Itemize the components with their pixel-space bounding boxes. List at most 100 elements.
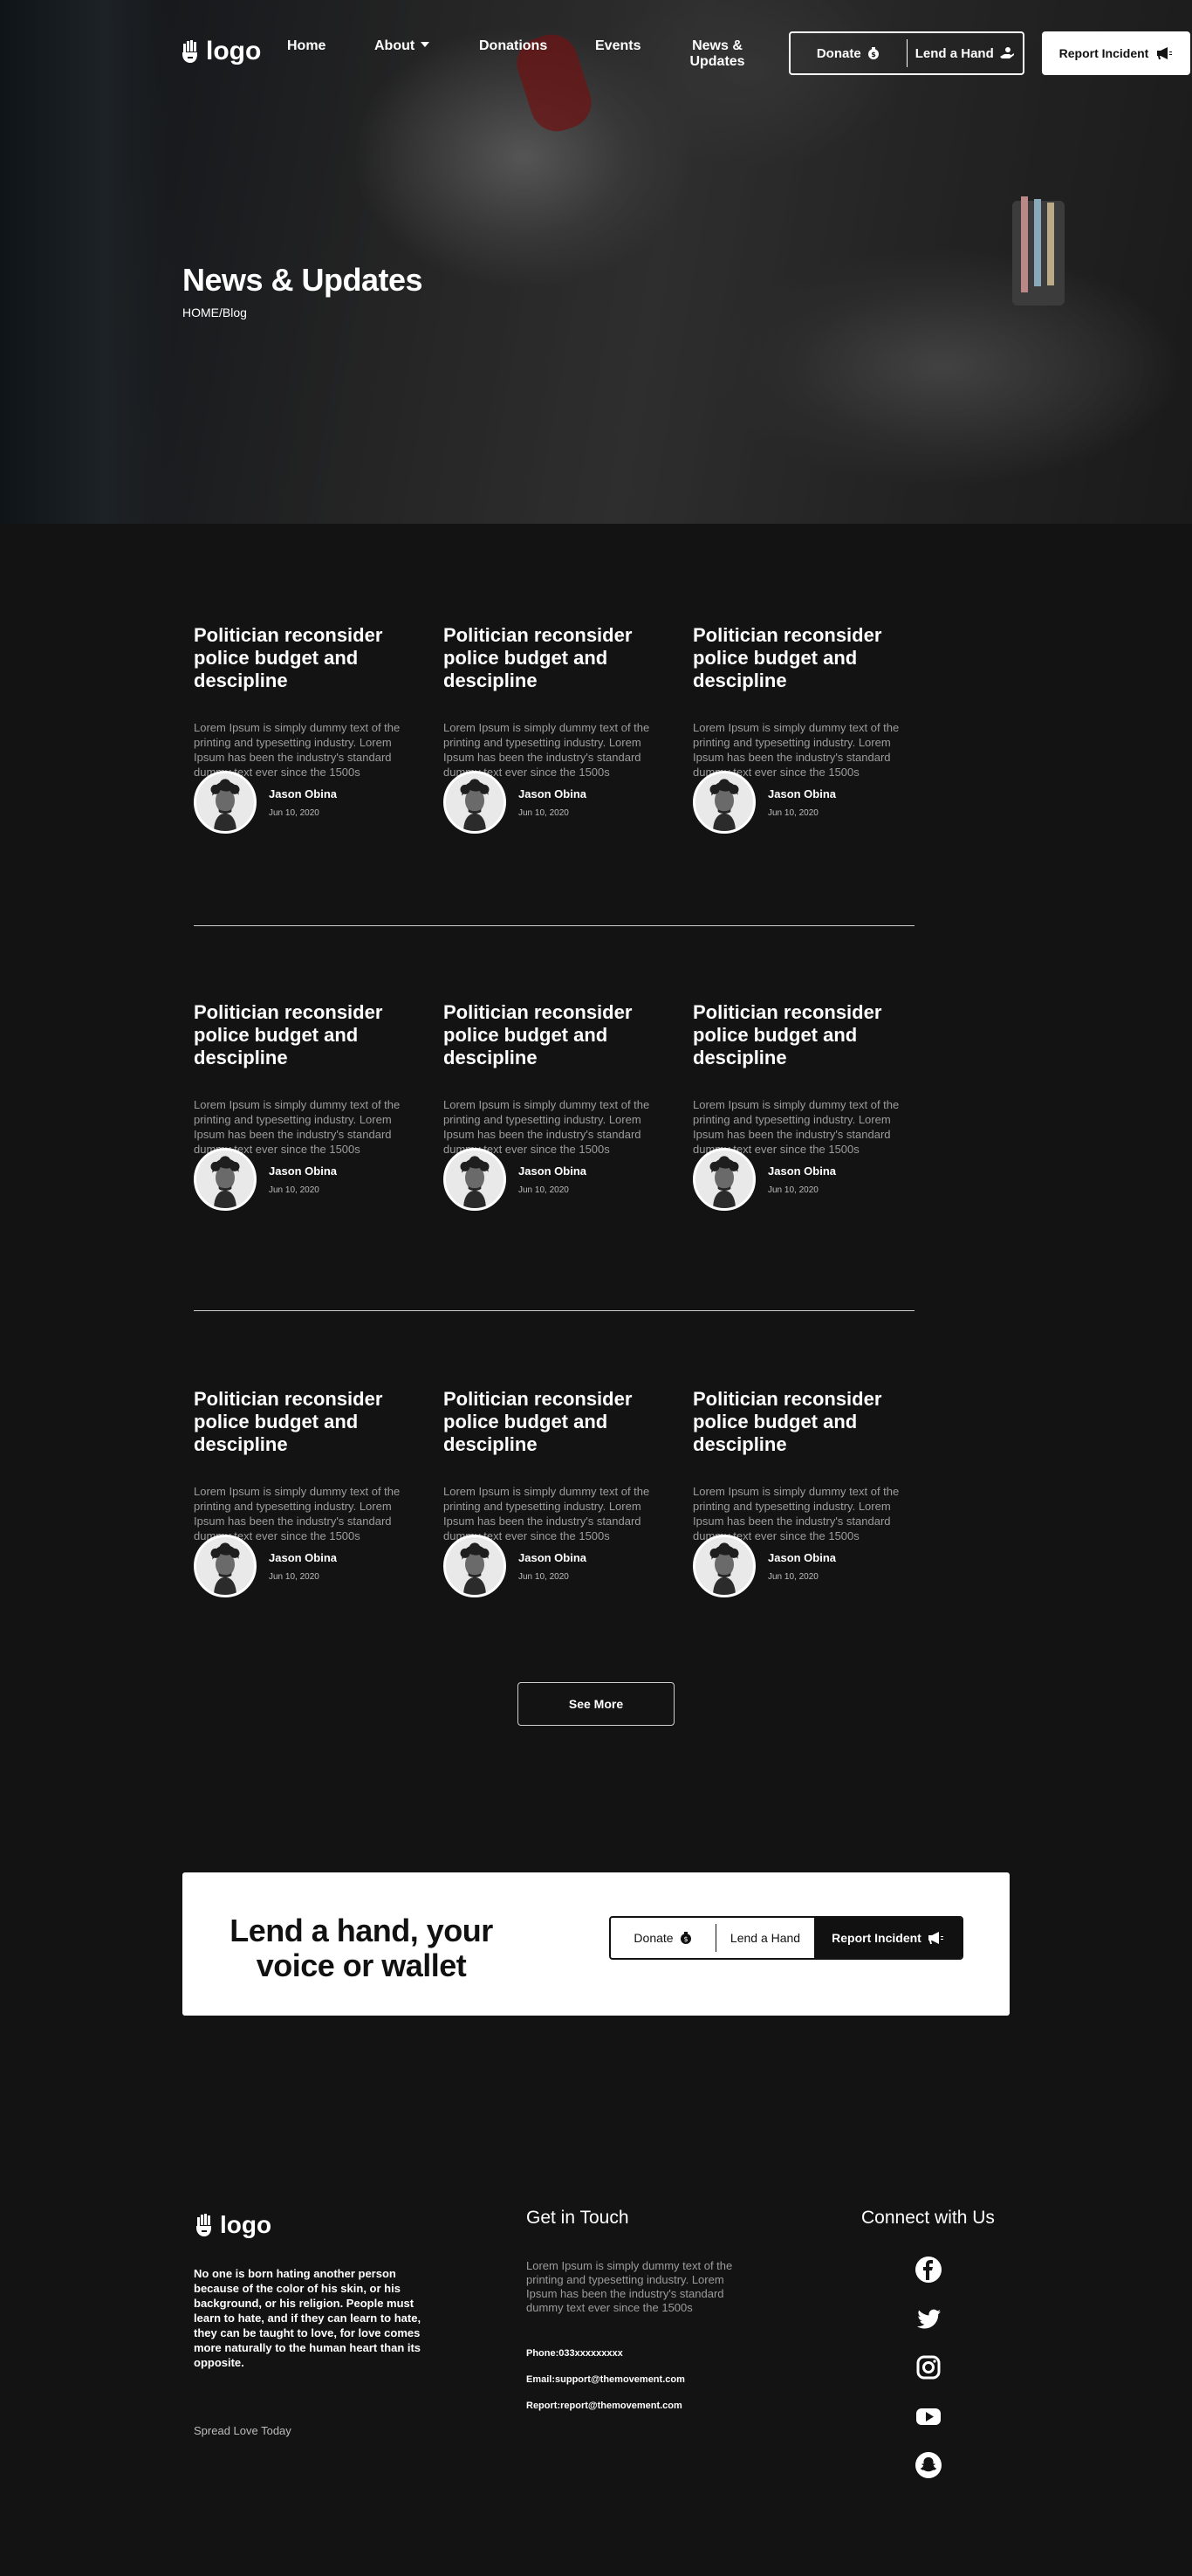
author-name: Jason Obina [518,787,587,800]
author-name: Jason Obina [768,787,837,800]
cta-title: Lend a hand, your voice or wallet [229,1913,493,1983]
logo[interactable]: logo [180,37,261,66]
coin-bag-icon: $ [867,47,879,59]
post-card[interactable]: Politician reconsider police budget and … [693,1388,921,1597]
hero-banner: logo Home About Donations Events News & U… [0,0,1192,524]
instagram-icon[interactable] [915,2353,942,2381]
report-label: Report Incident [1058,46,1149,60]
helping-hand-icon [999,47,1014,58]
nav-news-updates[interactable]: News & Updates [682,38,752,70]
post-card[interactable]: Politician reconsider police budget and … [443,1388,672,1597]
author-name: Jason Obina [768,1550,837,1564]
author-name: Jason Obina [518,1164,587,1178]
donate-label: Donate [816,45,861,61]
nav-home[interactable]: Home [287,38,325,54]
hero-image-detail [1047,203,1054,285]
post-card[interactable]: Politician reconsider police budget and … [443,624,672,834]
avatar [443,1148,506,1211]
avatar [194,1535,257,1597]
footer-phone[interactable]: Phone:033xxxxxxxxx [526,2348,623,2359]
post-row: Politician reconsider police budget and … [194,1388,915,1650]
post-card[interactable]: Politician reconsider police budget and … [194,1001,422,1211]
post-title[interactable]: Politician reconsider police budget and … [443,624,672,692]
nav-about[interactable]: About [374,38,430,54]
donate-lend-group: Donate $ Lend a Hand [789,31,1024,75]
author-name: Jason Obina [768,1164,837,1178]
footer-email[interactable]: Email:support@themovement.com [526,2374,685,2385]
chevron-down-icon [421,42,430,47]
post-author: Jason Obina Jun 10, 2020 [194,1535,337,1597]
cta-donate-button[interactable]: Donate $ [611,1918,716,1958]
hero-image-detail [1021,196,1028,292]
post-title[interactable]: Politician reconsider police budget and … [194,1388,422,1456]
nav-events[interactable]: Events [595,38,641,54]
footer-tagline: Spread Love Today [194,2424,291,2437]
avatar [194,1148,257,1211]
lend-label: Lend a Hand [915,45,994,61]
post-date: Jun 10, 2020 [518,1571,569,1582]
megaphone-icon [1157,47,1173,59]
post-title[interactable]: Politician reconsider police budget and … [693,624,921,692]
nav-news-label-1: News & [692,38,743,53]
get-in-touch-text: Lorem Ipsum is simply dummy text of the … [526,2259,733,2314]
connect-heading: Connect with Us [861,2208,995,2228]
breadcrumb[interactable]: HOME/Blog [182,306,247,319]
main-nav: logo Home About Donations Events News & U… [0,0,1192,105]
cta-banner: Lend a hand, your voice or wallet Donate… [182,1872,1010,2016]
post-author: Jason Obina Jun 10, 2020 [443,1148,586,1211]
donate-button[interactable]: Donate $ [791,33,907,73]
avatar [693,771,756,834]
divider [194,925,915,926]
page-title: News & Updates [182,262,423,298]
post-card[interactable]: Politician reconsider police budget and … [194,624,422,834]
nav-donations[interactable]: Donations [479,38,547,54]
hero-image-detail [1034,199,1041,286]
coin-bag-icon: $ [680,1932,691,1944]
avatar [693,1535,756,1597]
post-title[interactable]: Politician reconsider police budget and … [443,1001,672,1069]
avatar [443,771,506,834]
post-card[interactable]: Politician reconsider police budget and … [194,1388,422,1597]
post-title[interactable]: Politician reconsider police budget and … [693,1388,921,1456]
post-author: Jason Obina Jun 10, 2020 [194,1148,337,1211]
avatar [443,1535,506,1597]
post-author: Jason Obina Jun 10, 2020 [443,771,586,834]
post-date: Jun 10, 2020 [269,1185,319,1195]
avatar [693,1148,756,1211]
youtube-icon[interactable] [915,2402,942,2430]
post-title[interactable]: Politician reconsider police budget and … [443,1388,672,1456]
facebook-icon[interactable] [915,2256,942,2284]
cta-report-label: Report Incident [832,1931,921,1945]
snapchat-icon[interactable] [915,2451,942,2479]
report-incident-button[interactable]: Report Incident [1042,31,1190,75]
footer-report-email[interactable]: Report:report@themovement.com [526,2401,682,2411]
post-date: Jun 10, 2020 [768,1185,819,1195]
post-title[interactable]: Politician reconsider police budget and … [194,1001,422,1069]
cta-lend-label: Lend a Hand [730,1931,801,1945]
footer-about-text: No one is born hating another person bec… [194,2267,421,2369]
see-more-button[interactable]: See More [517,1682,675,1726]
lend-a-hand-button[interactable]: Lend a Hand [908,33,1024,73]
footer-logo[interactable]: logo [194,2211,271,2239]
get-in-touch-heading: Get in Touch [526,2208,629,2228]
post-date: Jun 10, 2020 [518,807,569,818]
author-name: Jason Obina [269,1550,338,1564]
avatar [194,771,257,834]
post-card[interactable]: Politician reconsider police budget and … [693,1001,921,1211]
post-card[interactable]: Politician reconsider police budget and … [693,624,921,834]
author-name: Jason Obina [269,787,338,800]
post-row: Politician reconsider police budget and … [194,1001,915,1263]
cta-report-button[interactable]: Report Incident [814,1918,962,1958]
post-author: Jason Obina Jun 10, 2020 [693,1148,836,1211]
cta-lend-button[interactable]: Lend a Hand [716,1918,814,1958]
fist-icon [182,40,197,63]
twitter-icon[interactable] [915,2305,942,2332]
post-card[interactable]: Politician reconsider police budget and … [443,1001,672,1211]
post-date: Jun 10, 2020 [269,1571,319,1582]
post-date: Jun 10, 2020 [768,807,819,818]
author-name: Jason Obina [518,1550,587,1564]
post-title[interactable]: Politician reconsider police budget and … [194,624,422,692]
megaphone-icon [928,1932,943,1944]
post-title[interactable]: Politician reconsider police budget and … [693,1001,921,1069]
cta-donate-label: Donate [634,1931,674,1945]
